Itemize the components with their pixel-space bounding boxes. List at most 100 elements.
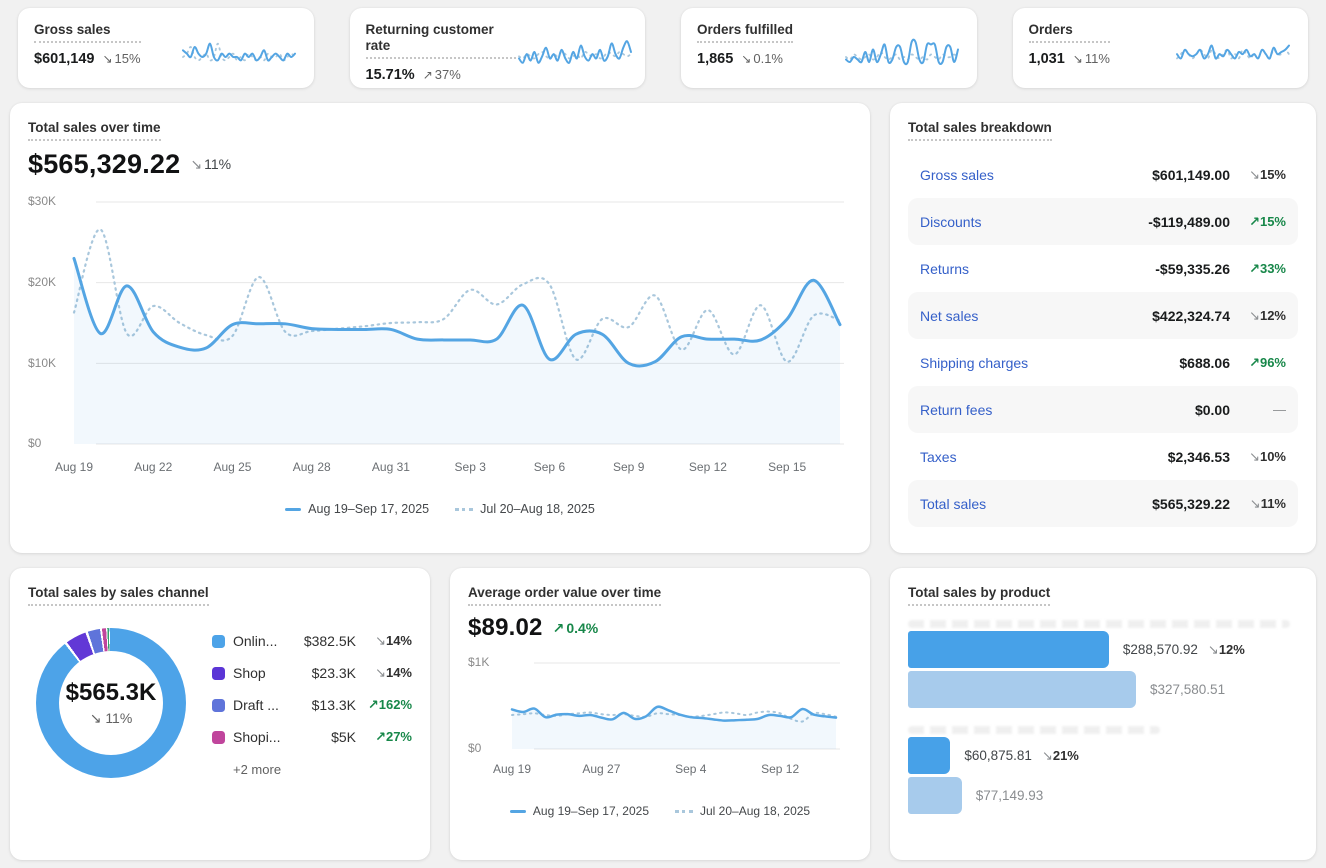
total-sales-over-time-card: Total sales over time $565,329.22 ↘11% $…	[10, 103, 870, 553]
legend-delta-pct: 14%	[386, 665, 412, 680]
product-label-redacted	[908, 620, 1290, 628]
kpi-title-orders[interactable]: Orders	[1029, 22, 1110, 43]
kpi-value: 1,865	[697, 51, 733, 67]
x-axis-label: Aug 31	[372, 460, 410, 474]
trend-up-icon: ↗	[553, 620, 565, 636]
trend-down-icon: ↘	[1042, 748, 1053, 763]
product-bar-previous	[908, 671, 1136, 708]
row-delta-pct: 15%	[1260, 167, 1286, 182]
spacer	[908, 708, 1298, 726]
row-value: $2,346.53	[1168, 449, 1230, 465]
sales-by-channel-title[interactable]: Total sales by sales channel	[28, 585, 209, 606]
bar-delta: ↘12%	[1208, 642, 1245, 657]
legend-delta: ↘14%	[364, 633, 412, 649]
row-label-link[interactable]: Total sales	[920, 496, 1152, 512]
row-label-link[interactable]: Shipping charges	[920, 355, 1179, 371]
legend-swatch-solid-icon	[510, 810, 526, 813]
channel-legend: Onlin... $382.5K ↘14% Shop $23.3K ↘14% D…	[212, 630, 412, 778]
row-label-link[interactable]: Gross sales	[920, 167, 1152, 183]
analytics-dashboard: Gross sales $601,149 ↘15% Returning cust…	[0, 0, 1326, 868]
kpi-delta-pct: 11%	[1085, 51, 1110, 66]
row-label-link[interactable]: Returns	[920, 261, 1155, 277]
legend-swatch-solid-icon	[285, 508, 301, 511]
row-value: -$59,335.26	[1155, 261, 1230, 277]
legend-delta-pct: 27%	[386, 729, 412, 744]
kpi-delta: ↘0.1%	[741, 51, 783, 66]
kpi-card-orders: Orders 1,031 ↘11%	[1013, 8, 1309, 88]
kpi-sparkline-chart	[180, 32, 298, 72]
trend-down-icon: ↘	[375, 633, 386, 648]
more-link[interactable]: +2 more	[233, 762, 412, 777]
y-axis-label: $20K	[28, 275, 56, 289]
bar-value-label: $288,570.92↘12%	[1123, 642, 1245, 658]
kpi-title-returning-customer-rate[interactable]: Returning customer rate	[366, 22, 516, 59]
kpi-value: 15.71%	[366, 67, 415, 83]
row-value: $422,324.74	[1152, 308, 1230, 324]
aov-title[interactable]: Average order value over time	[468, 585, 661, 606]
legend-color-chip	[212, 731, 225, 744]
kpi-value: 1,031	[1029, 51, 1065, 67]
row-label-link[interactable]: Net sales	[920, 308, 1152, 324]
sales-by-product-title[interactable]: Total sales by product	[908, 585, 1050, 606]
current-period-area	[74, 259, 840, 445]
x-axis-label: Sep 3	[455, 460, 486, 474]
total-sales-line-chart	[70, 194, 844, 452]
current-period-line	[846, 40, 958, 65]
row-value: $688.06	[1179, 355, 1230, 371]
product-bar-previous	[908, 777, 962, 814]
legend-delta-pct: 162%	[379, 697, 412, 712]
legend-swatch-dotted-icon	[675, 810, 693, 813]
row-delta: ↗96%	[1230, 355, 1286, 371]
kpi-value-row: 15.71% ↗37%	[366, 67, 516, 83]
kpi-delta: ↘11%	[1073, 51, 1110, 66]
total-sales-value: $565,329.22	[28, 149, 180, 180]
x-axis-label: Sep 12	[689, 460, 727, 474]
row-label-link[interactable]: Taxes	[920, 449, 1168, 465]
table-row-returns: Returns -$59,335.26 ↗33%	[908, 245, 1298, 292]
legend-label: Jul 20–Aug 18, 2025	[480, 502, 595, 516]
legend-label: Shop	[233, 665, 295, 681]
legend-label: Shopi...	[233, 729, 295, 745]
legend-value: $382.5K	[303, 633, 356, 649]
bar-row-product1-previous: $327,580.51	[908, 671, 1298, 708]
sales-by-channel-card: Total sales by sales channel $565.3K ↘ 1…	[10, 568, 430, 860]
x-axis-label: Sep 9	[613, 460, 644, 474]
x-axis-label: Aug 28	[293, 460, 331, 474]
trend-down-icon: ↘	[375, 665, 386, 680]
aov-line-chart: $1K$0Aug 19Aug 27Sep 4Sep 12	[468, 658, 852, 776]
trend-down-icon: ↘	[1249, 167, 1260, 182]
legend-item-current: Aug 19–Sep 17, 2025	[285, 502, 429, 516]
headline-row: $565,329.22 ↘11%	[28, 149, 852, 180]
total-sales-over-time-title[interactable]: Total sales over time	[28, 120, 161, 141]
kpi-value-row: $601,149 ↘15%	[34, 51, 141, 67]
trend-down-icon: ↘	[190, 156, 202, 172]
kpi-card-orders-fulfilled: Orders fulfilled 1,865 ↘0.1%	[681, 8, 977, 88]
y-axis-label: $0	[28, 436, 41, 450]
bottom-row: Total sales by sales channel $565.3K ↘ 1…	[10, 568, 1316, 860]
legend-color-chip	[212, 699, 225, 712]
table-row-return-fees: Return fees $0.00 —	[908, 386, 1298, 433]
total-sales-breakdown-card: Total sales breakdown Gross sales $601,1…	[890, 103, 1316, 553]
kpi-left: Returning customer rate 15.71% ↗37%	[366, 22, 516, 74]
y-axis-label: $1K	[468, 655, 489, 669]
kpi-delta-pct: 37%	[435, 67, 461, 82]
row-value: $565,329.22	[1152, 496, 1230, 512]
donut-center: $565.3K ↘ 11%	[36, 628, 186, 778]
row-delta: ↗33%	[1230, 261, 1286, 277]
row-delta: ↘15%	[1230, 167, 1286, 183]
product-bar-current	[908, 737, 950, 774]
row-delta-pct: 33%	[1260, 261, 1286, 276]
kpi-sparkline	[1174, 32, 1292, 72]
kpi-delta-pct: 15%	[115, 51, 141, 66]
row-delta-pct: 96%	[1260, 355, 1286, 370]
kpi-title-orders-fulfilled[interactable]: Orders fulfilled	[697, 22, 793, 43]
row-label-link[interactable]: Discounts	[920, 214, 1148, 230]
legend-item-previous: Jul 20–Aug 18, 2025	[675, 804, 810, 818]
x-axis-label: Sep 12	[761, 762, 799, 776]
table-row-discounts: Discounts -$119,489.00 ↗15%	[908, 198, 1298, 245]
kpi-card-returning-customer-rate: Returning customer rate 15.71% ↗37%	[350, 8, 646, 88]
table-row-net-sales: Net sales $422,324.74 ↘12%	[908, 292, 1298, 339]
breakdown-title[interactable]: Total sales breakdown	[908, 120, 1052, 141]
row-label-link[interactable]: Return fees	[920, 402, 1195, 418]
kpi-title-gross-sales[interactable]: Gross sales	[34, 22, 141, 43]
